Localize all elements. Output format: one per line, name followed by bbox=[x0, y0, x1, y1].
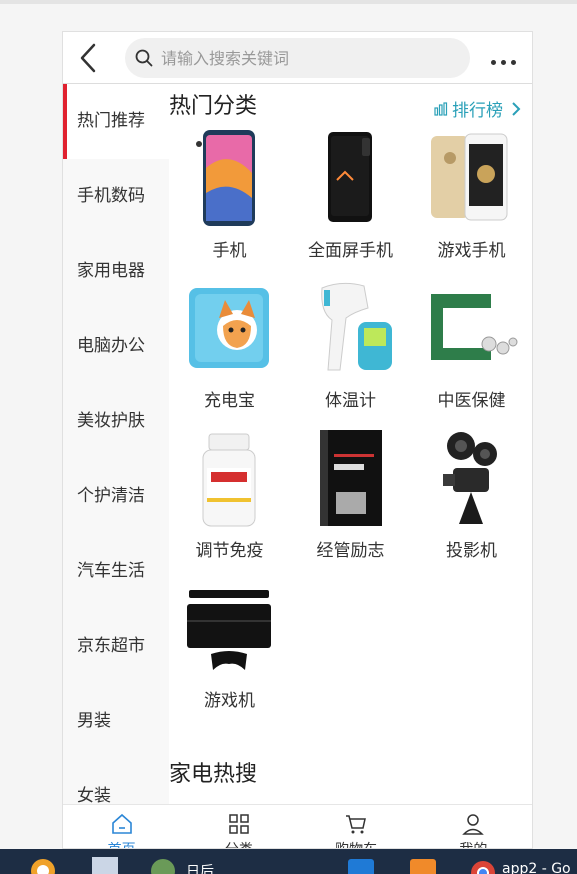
back-button[interactable] bbox=[77, 42, 101, 74]
sidebar-item-womenswear[interactable]: 女装 bbox=[63, 759, 169, 804]
nav-profile[interactable]: 我的 bbox=[415, 805, 532, 848]
appliance-hot-search-title: 家电热搜 bbox=[169, 762, 258, 787]
bottom-navigation: 首页 分类 购物车 我的 bbox=[63, 804, 532, 848]
category-label: 经管励志 bbox=[316, 541, 385, 561]
sidebar-item-auto[interactable]: 汽车生活 bbox=[63, 534, 169, 609]
search-bar[interactable] bbox=[125, 38, 470, 78]
top-bar bbox=[63, 32, 532, 84]
chevron-left-icon bbox=[80, 43, 96, 73]
nav-label: 首页 bbox=[63, 839, 180, 848]
sidebar-item-phones[interactable]: 手机数码 bbox=[63, 159, 169, 234]
hot-categories-title: 热门分类 bbox=[169, 94, 258, 119]
category-label: 体温计 bbox=[325, 391, 376, 411]
chrome-icon bbox=[471, 861, 495, 874]
principles-book-image bbox=[320, 430, 382, 526]
fullscreen-phone-image bbox=[328, 132, 372, 222]
category-label: 中医保健 bbox=[437, 391, 506, 411]
grid-icon bbox=[229, 814, 249, 834]
projector-image bbox=[443, 432, 497, 524]
category-item-game-console[interactable]: 游戏机 bbox=[169, 578, 290, 728]
avatar bbox=[151, 859, 175, 874]
cart-icon bbox=[346, 815, 367, 834]
sidebar-item-menswear[interactable]: 男装 bbox=[63, 684, 169, 759]
taskbar-nk-app[interactable] bbox=[346, 849, 380, 874]
category-label: 手机 bbox=[212, 241, 247, 261]
media-player-icon bbox=[31, 859, 55, 874]
nav-label: 分类 bbox=[180, 839, 297, 848]
category-label: 全面屏手机 bbox=[308, 241, 393, 261]
category-item-power-bank[interactable]: 充电宝 bbox=[169, 278, 290, 428]
bar-chart-icon bbox=[434, 101, 448, 116]
category-sidebar: 热门推荐 手机数码 家用电器 电脑办公 美妆护肤 个护清洁 汽车生活 京东超市 … bbox=[63, 84, 169, 804]
taskbar-monitor-app[interactable] bbox=[88, 849, 124, 874]
sidebar-item-computers[interactable]: 电脑办公 bbox=[63, 309, 169, 384]
user-icon bbox=[462, 814, 485, 835]
nav-category[interactable]: 分类 bbox=[180, 805, 297, 848]
nav-home[interactable]: 首页 bbox=[63, 805, 180, 848]
category-item-phone[interactable]: 手机 bbox=[169, 128, 290, 278]
category-item-fullscreen-phone[interactable]: 全面屏手机 bbox=[290, 128, 411, 278]
ranking-link[interactable]: 排行榜 bbox=[434, 96, 527, 121]
sidebar-item-appliances[interactable]: 家用电器 bbox=[63, 234, 169, 309]
chevron-right-icon bbox=[512, 101, 521, 116]
category-item-immunity[interactable]: 调节免疫 bbox=[169, 428, 290, 578]
sidebar-item-hot[interactable]: 热门推荐 bbox=[63, 84, 169, 159]
category-item-gaming-phone[interactable]: 游戏手机 bbox=[411, 128, 532, 278]
game-console-image bbox=[187, 590, 271, 670]
monitor-icon bbox=[92, 857, 118, 874]
category-label: 投影机 bbox=[446, 541, 497, 561]
sidebar-item-beauty[interactable]: 美妆护肤 bbox=[63, 384, 169, 459]
tcm-health-image bbox=[431, 294, 518, 360]
category-label: 充电宝 bbox=[204, 391, 255, 411]
category-item-business-books[interactable]: 经管励志 bbox=[290, 428, 411, 578]
category-content: 热门分类 排行榜 手机 全面屏手机 游戏手机 充电宝 体温计 中医保健 调节免疫… bbox=[169, 84, 532, 804]
taskbar-chrome-window[interactable]: app2 - Go bbox=[466, 849, 577, 874]
taskbar-media-app[interactable] bbox=[28, 849, 62, 874]
power-bank-image bbox=[189, 288, 269, 368]
os-taskbar: 日后 app2 - Go bbox=[0, 849, 577, 874]
more-icon[interactable] bbox=[491, 50, 525, 65]
taskbar-orange-app[interactable] bbox=[408, 849, 442, 874]
gaming-phone-image bbox=[431, 133, 508, 221]
category-item-projector[interactable]: 投影机 bbox=[411, 428, 532, 578]
nav-cart[interactable]: 购物车 bbox=[298, 805, 415, 848]
search-input[interactable] bbox=[161, 45, 451, 71]
nk-app-icon bbox=[348, 859, 374, 874]
category-item-thermometer[interactable]: 体温计 bbox=[290, 278, 411, 428]
thermometer-image bbox=[321, 282, 392, 371]
taskbar-chrome-label: app2 - Go bbox=[502, 861, 571, 874]
mobile-app-frame: 热门推荐 手机数码 家用电器 电脑办公 美妆护肤 个护清洁 汽车生活 京东超市 … bbox=[62, 31, 533, 849]
category-item-tcm-health[interactable]: 中医保健 bbox=[411, 278, 532, 428]
taskbar-user-label: 日后 bbox=[186, 864, 214, 874]
home-icon bbox=[111, 813, 132, 834]
sidebar-item-supermarket[interactable]: 京东超市 bbox=[63, 609, 169, 684]
ranking-label: 排行榜 bbox=[452, 101, 503, 121]
nav-label: 我的 bbox=[415, 839, 532, 848]
taskbar-user-window[interactable]: 日后 bbox=[140, 849, 320, 874]
nav-label: 购物车 bbox=[298, 839, 415, 848]
category-label: 游戏机 bbox=[204, 691, 255, 711]
search-icon bbox=[135, 49, 153, 67]
supplement-bottle-image bbox=[202, 433, 256, 527]
orange-app-icon bbox=[410, 859, 436, 874]
category-label: 调节免疫 bbox=[195, 541, 264, 561]
window-top-strip bbox=[0, 0, 577, 4]
category-label: 游戏手机 bbox=[437, 241, 506, 261]
sidebar-item-personal-care[interactable]: 个护清洁 bbox=[63, 459, 169, 534]
phone-product-image bbox=[196, 130, 255, 226]
